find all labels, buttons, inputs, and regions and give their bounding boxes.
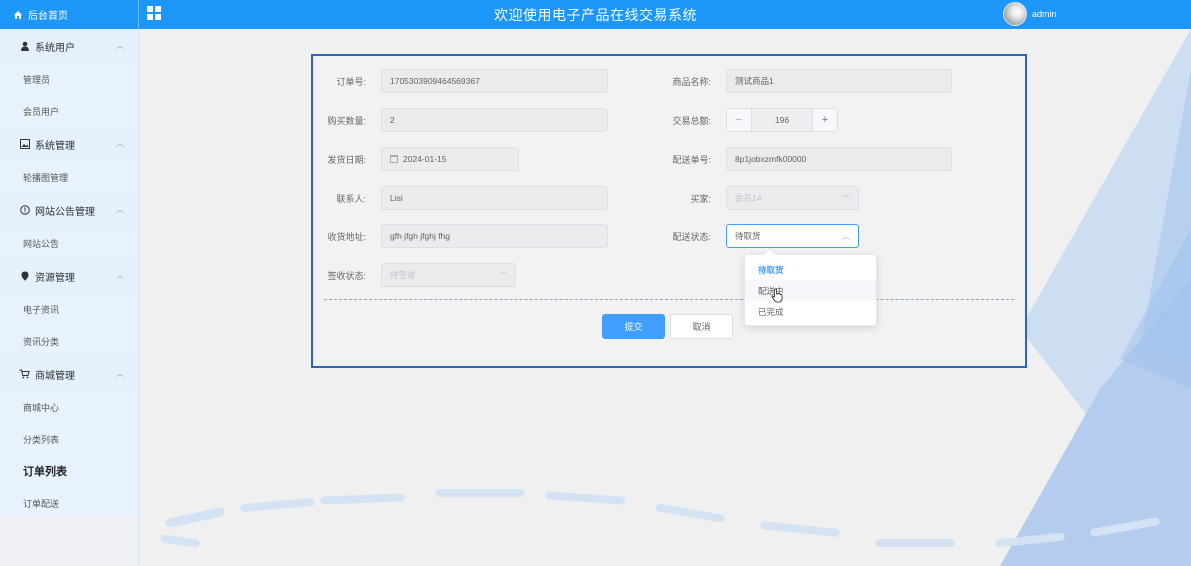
sign-status-select[interactable]: 待签收 ﹀ <box>381 263 516 287</box>
sidebar-group-label: 资源管理 <box>35 272 75 284</box>
submit-button[interactable]: 提交 <box>602 314 665 339</box>
form-row-quantity: 购买数量: 2 <box>313 108 608 132</box>
cart-icon <box>19 369 30 380</box>
chevron-down-icon: ﹀ <box>842 194 850 203</box>
sidebar-item-news[interactable]: 电子资讯 <box>0 293 138 325</box>
location-icon <box>19 271 30 282</box>
option-pending-pickup[interactable]: 待取货 <box>745 259 876 280</box>
option-in-delivery[interactable]: 配送中 <box>745 280 876 301</box>
decrement-button[interactable]: − <box>727 109 752 131</box>
sidebar-item-order-delivery[interactable]: 订单配送 <box>0 487 138 519</box>
user-icon <box>19 41 30 52</box>
sidebar-group-label: 商城管理 <box>35 370 75 382</box>
sidebar-item-admins[interactable]: 管理员 <box>0 63 138 95</box>
form-row-buyer: 买家: 会员14 ﹀ <box>658 186 859 210</box>
delivery-status-value: 待取货 <box>735 231 761 241</box>
chevron-up-icon: ︿ <box>116 41 124 50</box>
address-field[interactable]: gfh jfgh jfghj fhg <box>381 224 608 248</box>
form-divider <box>324 299 1014 300</box>
sidebar: 系统用户 ︿ 管理员 会员用户 系统管理 ︿ 轮播图管理 网站公告管理 ︿ 网站… <box>0 29 139 566</box>
address-label: 收货地址: <box>327 231 366 242</box>
form-row-ship-date: 发货日期: 2024-01-15 <box>313 147 519 171</box>
sidebar-group-resources[interactable]: 资源管理 ︿ <box>0 259 138 293</box>
cancel-button[interactable]: 取消 <box>670 314 733 339</box>
delivery-status-select[interactable]: 待取货 ︿ <box>726 224 859 248</box>
sidebar-group-label: 系统管理 <box>35 140 75 152</box>
increment-button[interactable]: + <box>812 109 837 131</box>
form-row-tracking-no: 配送单号: 8p1jobxzmfk00000 <box>658 147 952 171</box>
sidebar-group-label: 网站公告管理 <box>35 206 95 218</box>
user-menu[interactable]: admin <box>1003 1 1057 27</box>
buyer-label: 买家: <box>690 193 711 204</box>
sidebar-group-shop[interactable]: 商城管理 ︿ <box>0 357 138 391</box>
sidebar-group-system-management[interactable]: 系统管理 ︿ <box>0 127 138 161</box>
form-row-contact: 联系人: Lisi <box>313 186 608 210</box>
quantity-label: 购买数量: <box>327 115 366 126</box>
sidebar-item-shop-center[interactable]: 商城中心 <box>0 391 138 423</box>
form-row-total: 交易总额: − 196 + <box>658 108 838 132</box>
total-value[interactable]: 196 <box>752 109 812 131</box>
top-bar: 后台首页 欢迎使用电子产品在线交易系统 admin <box>0 0 1191 29</box>
chevron-up-icon: ︿ <box>842 232 850 241</box>
sidebar-item-news-category[interactable]: 资讯分类 <box>0 325 138 357</box>
chevron-up-icon: ︿ <box>116 205 124 214</box>
sidebar-item-members[interactable]: 会员用户 <box>0 95 138 127</box>
image-icon <box>19 139 30 150</box>
ship-date-label: 发货日期: <box>327 154 366 165</box>
tracking-no-label: 配送单号: <box>672 154 711 165</box>
sidebar-group-label: 系统用户 <box>35 42 75 54</box>
order-no-label: 订单号: <box>336 76 366 87</box>
product-name-field[interactable]: 测试商品1 <box>726 69 952 93</box>
form-row-order-no: 订单号: 1705303909464569367 <box>313 69 608 93</box>
buyer-value: 会员14 <box>735 193 762 203</box>
username: admin <box>1032 9 1057 19</box>
info-icon <box>19 205 30 216</box>
chevron-up-icon: ︿ <box>116 369 124 378</box>
order-no-field[interactable]: 1705303909464569367 <box>381 69 608 93</box>
product-name-label: 商品名称: <box>672 76 711 87</box>
delivery-status-label: 配送状态: <box>672 231 711 242</box>
hand-pointer-icon <box>771 288 783 303</box>
avatar[interactable] <box>1003 2 1027 26</box>
chevron-up-icon: ︿ <box>116 139 124 148</box>
form-row-sign-status: 签收状态: 待签收 ﹀ <box>313 263 516 287</box>
sidebar-item-category-list[interactable]: 分类列表 <box>0 423 138 455</box>
delivery-status-dropdown: 待取货 配送中 已完成 <box>744 254 877 326</box>
ship-date-picker[interactable]: 2024-01-15 <box>381 147 519 171</box>
quantity-field[interactable]: 2 <box>381 108 608 132</box>
sidebar-group-system-users[interactable]: 系统用户 ︿ <box>0 29 138 63</box>
sign-status-value: 待签收 <box>390 270 416 280</box>
chevron-up-icon: ︿ <box>116 271 124 280</box>
sidebar-item-site-notice[interactable]: 网站公告 <box>0 227 138 259</box>
form-row-product-name: 商品名称: 测试商品1 <box>658 69 952 93</box>
total-label: 交易总额: <box>672 115 711 126</box>
contact-field[interactable]: Lisi <box>381 186 608 210</box>
order-edit-form: 订单号: 1705303909464569367 商品名称: 测试商品1 购买数… <box>311 54 1027 368</box>
sign-status-label: 签收状态: <box>327 270 366 281</box>
form-row-address: 收货地址: gfh jfgh jfghj fhg <box>313 224 608 248</box>
buyer-select[interactable]: 会员14 ﹀ <box>726 186 859 210</box>
sidebar-group-announcements[interactable]: 网站公告管理 ︿ <box>0 193 138 227</box>
calendar-icon <box>390 155 398 163</box>
total-stepper: − 196 + <box>726 108 838 132</box>
sidebar-item-carousel[interactable]: 轮播图管理 <box>0 161 138 193</box>
form-row-delivery-status: 配送状态: 待取货 ︿ <box>658 224 859 248</box>
contact-label: 联系人: <box>336 193 366 204</box>
sidebar-item-order-list[interactable]: 订单列表 <box>0 455 138 487</box>
sidebar-empty-area <box>0 516 138 566</box>
tracking-no-field[interactable]: 8p1jobxzmfk00000 <box>726 147 952 171</box>
chevron-down-icon: ﹀ <box>499 271 507 280</box>
option-completed[interactable]: 已完成 <box>745 301 876 322</box>
ship-date-value: 2024-01-15 <box>403 154 447 164</box>
